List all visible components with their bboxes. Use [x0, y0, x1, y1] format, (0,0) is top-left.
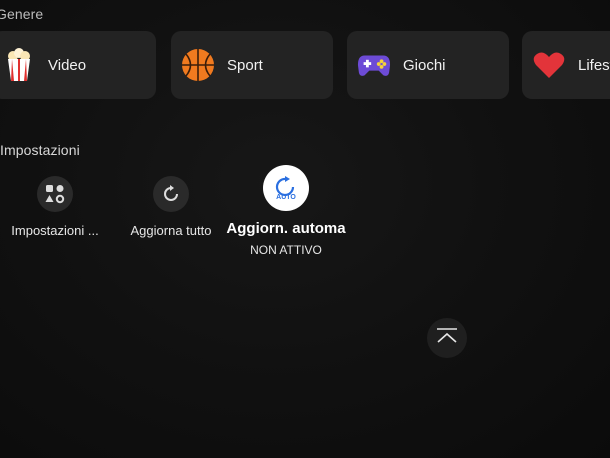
scroll-to-top-button[interactable] — [427, 318, 467, 358]
setting-impostazioni[interactable]: Impostazioni ... — [2, 176, 108, 238]
genre-label-video: Video — [48, 56, 87, 74]
setting-label-auto-update: Aggiorn. automa — [226, 220, 346, 237]
apps-settings-icon — [37, 176, 73, 212]
genre-section-title: Genere — [0, 6, 44, 22]
genre-label-sport: Sport — [227, 56, 263, 74]
popcorn-icon — [2, 48, 36, 82]
setting-label-aggiorna-tutto: Aggiorna tutto — [130, 223, 212, 238]
genre-card-sport[interactable]: Sport — [171, 31, 333, 99]
auto-update-status: NON ATTIVO — [250, 243, 322, 257]
settings-section-title: Impostazioni — [0, 142, 80, 158]
scroll-to-top-icon — [436, 327, 458, 349]
gamepad-icon — [357, 48, 391, 82]
refresh-icon — [153, 176, 189, 212]
auto-badge: AUTO — [276, 193, 296, 201]
basketball-icon — [181, 48, 215, 82]
genre-card-lifestyle[interactable]: Lifest — [522, 31, 610, 99]
genre-card-video[interactable]: Video — [0, 31, 156, 99]
auto-update-icon: AUTO — [263, 165, 309, 211]
setting-aggiornamento-automatico[interactable]: AUTO Aggiorn. automa NON ATTIVO — [226, 165, 346, 257]
genre-label-lifestyle: Lifest — [578, 56, 610, 74]
setting-aggiorna-tutto[interactable]: Aggiorna tutto — [118, 176, 224, 238]
setting-label-impostazioni: Impostazioni ... — [11, 223, 99, 238]
genre-row: Video Sport Giochi Lifest — [0, 31, 610, 101]
heart-icon — [532, 48, 566, 82]
genre-label-giochi: Giochi — [403, 56, 446, 74]
genre-card-giochi[interactable]: Giochi — [347, 31, 509, 99]
